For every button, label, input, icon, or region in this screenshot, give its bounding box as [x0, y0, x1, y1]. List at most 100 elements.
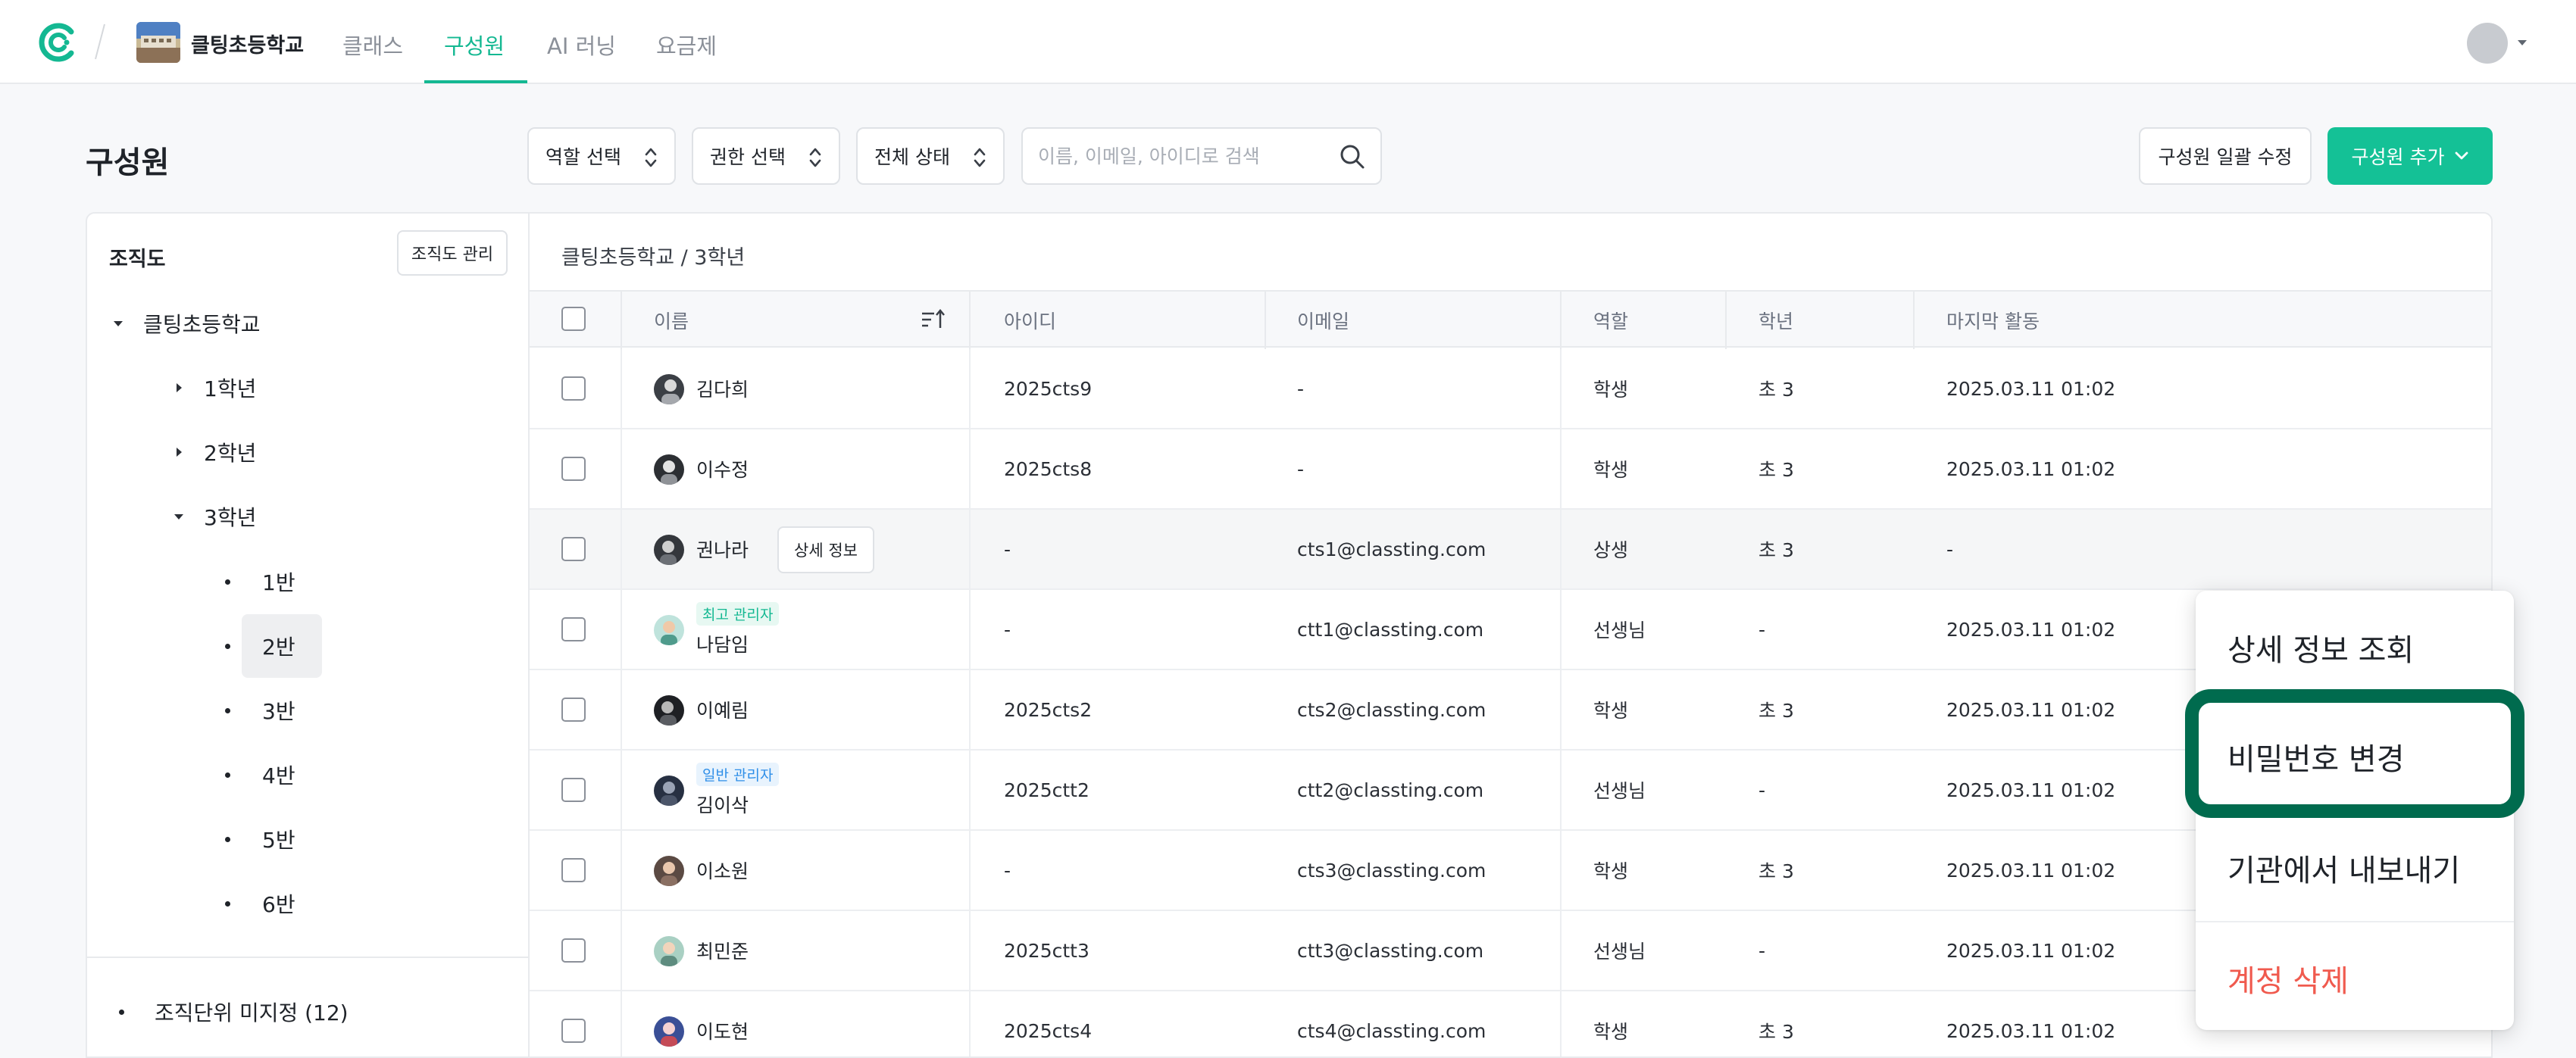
- tree-item-grade-2[interactable]: 2학년: [172, 437, 256, 467]
- tree-item-class-2[interactable]: 2반: [225, 631, 295, 661]
- email-cell: -: [1297, 457, 1305, 480]
- detail-info-button[interactable]: 상세 정보: [777, 526, 874, 573]
- name-cell: 이도현: [696, 991, 749, 1056]
- role-cell: 학생: [1593, 379, 1629, 401]
- member-name[interactable]: 이소원: [696, 857, 749, 884]
- header-grade[interactable]: 학년: [1758, 307, 1793, 334]
- caret-down-icon[interactable]: [172, 510, 186, 523]
- org-manage-button[interactable]: 조직도 관리: [397, 230, 508, 276]
- bullet-icon: [225, 772, 230, 778]
- table-header: 이름 아이디 이메일 역할 학년 마지막 활동: [530, 290, 2491, 349]
- tree-item-grade-1[interactable]: 1학년: [172, 373, 256, 403]
- breadcrumb: 클팅초등학교 / 3학년: [561, 246, 746, 270]
- tree-item-class-6[interactable]: 6반: [225, 888, 295, 919]
- table-row[interactable]: 권나라 상세 정보 - cts1@classting.com 상생 초 3 -: [530, 510, 2491, 590]
- tree-item-label: 2학년: [204, 441, 257, 466]
- menu-item-delete-account[interactable]: 계정 삭제: [2227, 957, 2349, 1000]
- tree-item-class-1[interactable]: 1반: [225, 566, 295, 597]
- row-checkbox[interactable]: [561, 617, 586, 641]
- tree-item-root[interactable]: 클팅초등학교: [111, 308, 261, 339]
- tree-item-label: 2반: [262, 635, 295, 660]
- column-divider: [969, 292, 971, 349]
- add-member-button[interactable]: 구성원 추가: [2327, 127, 2493, 185]
- search-input[interactable]: [1038, 139, 1326, 173]
- member-name[interactable]: 나담임: [696, 630, 779, 657]
- bulk-edit-button[interactable]: 구성원 일괄 수정: [2139, 127, 2312, 185]
- user-avatar: [654, 454, 684, 485]
- tree-item-unassigned[interactable]: 조직단위 미지정 (12): [119, 997, 349, 1027]
- role-cell: 선생님: [1593, 780, 1646, 802]
- column-divider: [621, 292, 622, 349]
- caret-down-icon[interactable]: [111, 317, 125, 330]
- member-name[interactable]: 이예림: [696, 696, 749, 723]
- column-divider: [1725, 292, 1727, 349]
- table-row[interactable]: 김다희 2025cts9 - 학생 초 3 2025.03.11 01:02: [530, 349, 2491, 429]
- bullet-icon: [225, 707, 230, 713]
- last-active-cell: 2025.03.11 01:02: [1946, 698, 2116, 721]
- tree-item-label: 조직단위 미지정 (12): [155, 1000, 349, 1025]
- school-name[interactable]: 클팅초등학교: [191, 29, 304, 58]
- header-email[interactable]: 이메일: [1297, 307, 1349, 334]
- header-last-active[interactable]: 마지막 활동: [1946, 307, 2040, 334]
- caret-right-icon[interactable]: [172, 445, 186, 459]
- header-role[interactable]: 역할: [1593, 307, 1628, 334]
- grade-cell: 초 3: [1758, 539, 1794, 561]
- tree-item-class-4[interactable]: 4반: [225, 760, 295, 790]
- name-cell: 최고 관리자 나담임: [696, 590, 780, 669]
- name-cell: 이수정: [696, 429, 749, 508]
- table-row[interactable]: 이수정 2025cts8 - 학생 초 3 2025.03.11 01:02: [530, 429, 2491, 510]
- bullet-icon: [119, 1009, 124, 1015]
- member-name[interactable]: 권나라: [696, 535, 749, 563]
- tree-item-class-3[interactable]: 3반: [225, 695, 295, 726]
- members-page: 클팅초등학교 클래스 구성원 AI 러닝 요금제 구성원 역할 선택 권한 선택…: [0, 0, 2576, 1058]
- sort-icon[interactable]: [921, 307, 946, 332]
- caret-right-icon[interactable]: [172, 381, 186, 395]
- member-name[interactable]: 이도현: [696, 1017, 749, 1044]
- member-name[interactable]: 김이삭: [696, 791, 779, 818]
- user-avatar[interactable]: [2467, 23, 2508, 64]
- row-checkbox[interactable]: [561, 457, 586, 481]
- school-thumbnail[interactable]: [136, 22, 180, 63]
- highlight-ring: [2185, 689, 2524, 818]
- search-icon[interactable]: [1338, 142, 1367, 171]
- role-cell: 선생님: [1593, 941, 1646, 963]
- select-all-checkbox[interactable]: [561, 307, 586, 331]
- header-id[interactable]: 아이디: [1004, 307, 1056, 334]
- menu-item-export-from-org[interactable]: 기관에서 내보내기: [2227, 846, 2460, 890]
- member-name[interactable]: 김다희: [696, 375, 749, 402]
- row-checkbox[interactable]: [561, 376, 586, 401]
- row-checkbox[interactable]: [561, 537, 586, 561]
- chevron-down-icon: [2456, 151, 2468, 160]
- role-select[interactable]: 역할 선택: [527, 127, 676, 185]
- row-checkbox[interactable]: [561, 1019, 586, 1043]
- column-divider: [1560, 349, 1562, 1056]
- bullet-icon: [225, 836, 230, 842]
- tab-class[interactable]: 클래스: [342, 29, 403, 61]
- tab-members[interactable]: 구성원: [444, 29, 505, 61]
- caret-down-icon[interactable]: [2517, 39, 2528, 47]
- row-checkbox[interactable]: [561, 698, 586, 722]
- email-cell: cts4@classting.com: [1297, 1019, 1487, 1042]
- member-name[interactable]: 최민준: [696, 937, 749, 964]
- header-name[interactable]: 이름: [654, 307, 689, 334]
- classting-logo-icon[interactable]: [36, 21, 79, 64]
- row-checkbox[interactable]: [561, 858, 586, 882]
- tab-ai-learning[interactable]: AI 러닝: [547, 29, 616, 61]
- tree-item-class-5[interactable]: 5반: [225, 824, 295, 854]
- tree-item-label: 6반: [262, 892, 295, 917]
- row-checkbox[interactable]: [561, 938, 586, 963]
- user-avatar: [654, 695, 684, 726]
- tab-pricing[interactable]: 요금제: [656, 29, 717, 61]
- user-avatar: [654, 936, 684, 966]
- member-name[interactable]: 이수정: [696, 455, 749, 482]
- permission-select[interactable]: 권한 선택: [692, 127, 840, 185]
- page-title: 구성원: [86, 145, 170, 180]
- tree-divider: [87, 957, 528, 958]
- id-cell: -: [1004, 538, 1011, 560]
- role-cell: 상생: [1593, 539, 1629, 561]
- id-cell: -: [1004, 618, 1011, 641]
- status-select[interactable]: 전체 상태: [856, 127, 1005, 185]
- row-checkbox[interactable]: [561, 778, 586, 802]
- menu-item-view-detail[interactable]: 상세 정보 조회: [2227, 626, 2414, 669]
- tree-item-grade-3[interactable]: 3학년: [172, 501, 256, 532]
